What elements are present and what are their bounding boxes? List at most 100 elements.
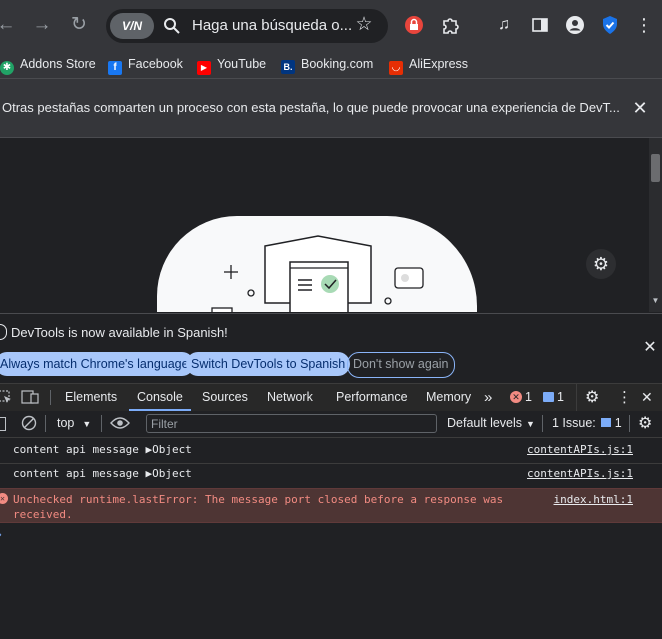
- browser-toolbar: ← → ↻ V/N Haga una búsqueda o... ☆ ♫ ⋮: [0, 0, 662, 50]
- console-row: content api message ▶Object contentAPIs.…: [0, 467, 662, 487]
- source-link[interactable]: index.html:1: [554, 493, 633, 506]
- omnibox-text[interactable]: Haga una búsqueda o...: [192, 9, 352, 43]
- toolbar-divider: [45, 415, 46, 432]
- devtools-banner-message: DevTools is now available in Spanish!: [0, 324, 228, 340]
- levels-label: Default levels: [447, 416, 523, 430]
- kebab-menu-icon[interactable]: ⋮: [617, 384, 632, 411]
- inspect-element-icon[interactable]: [0, 390, 12, 404]
- bookmark-youtube[interactable]: ▶ YouTube: [197, 54, 267, 75]
- back-icon[interactable]: ←: [0, 13, 18, 37]
- close-banner-icon[interactable]: ✕: [641, 339, 659, 357]
- log-levels-dropdown[interactable]: Default levels ▼: [447, 411, 535, 437]
- bookmark-label: AliExpress: [409, 57, 469, 71]
- issues-label: 1 Issue:: [552, 416, 596, 430]
- console-settings-icon[interactable]: ⚙: [638, 411, 652, 436]
- tab-divider: [50, 390, 51, 405]
- tab-network[interactable]: Network: [267, 384, 313, 411]
- console-message[interactable]: content api message ▶Object: [13, 467, 192, 480]
- puzzle-icon[interactable]: [438, 13, 462, 37]
- tab-divider: [576, 384, 577, 411]
- console-error-row: ✕ Unchecked runtime.lastError: The messa…: [0, 488, 662, 523]
- omnibox[interactable]: V/N Haga una búsqueda o...: [106, 9, 388, 43]
- error-message[interactable]: Unchecked runtime.lastError: The message…: [13, 493, 503, 506]
- console-prompt-icon[interactable]: ›: [0, 530, 6, 541]
- message-count-icon[interactable]: [543, 392, 554, 402]
- addons-store-icon: ✱: [0, 61, 14, 75]
- side-panel-icon[interactable]: [528, 13, 552, 37]
- bookmark-label: Facebook: [128, 57, 183, 71]
- scroll-down-icon[interactable]: ▼: [651, 296, 660, 306]
- bookmark-label: Addons Store: [20, 57, 96, 71]
- issue-icon: [600, 418, 611, 427]
- booking-icon: B.: [281, 60, 295, 74]
- source-link[interactable]: contentAPIs.js:1: [527, 467, 633, 480]
- source-link[interactable]: contentAPIs.js:1: [527, 443, 633, 456]
- bookmarks-bar: ✱ Addons Store f Facebook ▶ YouTube B. Booki…: [0, 50, 662, 79]
- settings-gear-button[interactable]: ⚙: [586, 249, 616, 279]
- page-scrollbar[interactable]: ▼: [649, 138, 662, 312]
- issues-count: 1: [614, 416, 622, 430]
- settings-gear-icon[interactable]: ⚙: [585, 384, 599, 411]
- web-page: ⚙ ▼: [0, 138, 662, 312]
- bookmark-facebook[interactable]: f Facebook: [108, 54, 183, 75]
- context-selector[interactable]: top ▼: [57, 411, 91, 437]
- gear-icon: ⚙: [592, 254, 610, 274]
- error-message-continued[interactable]: received.: [13, 508, 73, 521]
- close-icon[interactable]: ✕: [630, 98, 650, 118]
- context-label: top: [57, 416, 75, 430]
- bookmark-booking[interactable]: B. Booking.com: [281, 54, 373, 74]
- error-count-icon[interactable]: ✕: [510, 391, 522, 403]
- chevron-down-icon: ▼: [526, 419, 535, 429]
- devtools-language-banner: DevTools is now available in Spanish! Al…: [0, 313, 662, 384]
- tab-console[interactable]: Console: [129, 384, 191, 411]
- search-icon: [162, 16, 182, 36]
- toolbar-divider: [629, 415, 630, 432]
- tab-elements[interactable]: Elements: [65, 384, 117, 411]
- aliexpress-icon: ◡: [389, 61, 403, 75]
- bookmark-addons-store[interactable]: ✱ Addons Store: [0, 54, 96, 75]
- error-count[interactable]: 1: [525, 384, 532, 411]
- facebook-icon: f: [108, 61, 122, 75]
- process-infobar: Otras pestañas comparten un proceso con …: [0, 79, 662, 138]
- console-message[interactable]: content api message ▶Object: [13, 443, 192, 456]
- always-match-language-button[interactable]: Always match Chrome's language: [0, 352, 194, 376]
- filter-input[interactable]: Filter: [146, 414, 437, 433]
- switch-to-spanish-button[interactable]: Switch DevTools to Spanish: [186, 352, 351, 376]
- toolbar-divider: [542, 415, 543, 432]
- media-icon[interactable]: ♫: [492, 13, 516, 37]
- toolbar-divider: [101, 415, 102, 432]
- scrollbar-thumb[interactable]: [651, 154, 660, 182]
- more-tabs-icon[interactable]: »: [484, 384, 492, 411]
- devtools-tab-bar: Elements Console Sources Network Perform…: [0, 383, 662, 412]
- star-icon[interactable]: ☆: [352, 13, 376, 37]
- infobar-text: Otras pestañas comparten un proceso con …: [2, 100, 620, 115]
- sidebar-toggle-icon[interactable]: [0, 417, 6, 431]
- tab-performance[interactable]: Performance: [336, 384, 408, 411]
- close-devtools-icon[interactable]: ✕: [641, 384, 653, 411]
- filter-placeholder: Filter: [151, 417, 178, 431]
- bookmark-aliexpress[interactable]: ◡ AliExpress: [389, 54, 469, 75]
- lock-extension-icon[interactable]: [402, 13, 426, 37]
- dont-show-again-button[interactable]: Don't show again: [347, 352, 455, 378]
- message-count[interactable]: 1: [557, 384, 564, 411]
- vpn-chip[interactable]: V/N: [110, 13, 154, 39]
- eye-icon[interactable]: [110, 416, 130, 430]
- banner-text: DevTools is now available in Spanish!: [11, 325, 228, 340]
- device-toolbar-icon[interactable]: [21, 390, 39, 404]
- tab-memory[interactable]: Memory: [426, 384, 471, 411]
- info-icon: [0, 324, 7, 340]
- forward-icon[interactable]: →: [30, 13, 54, 37]
- shield-illustration: [211, 235, 424, 312]
- menu-icon[interactable]: ⋮: [632, 13, 656, 37]
- reload-icon[interactable]: ↻: [67, 13, 91, 37]
- console-toolbar: top ▼ Filter Default levels ▼ 1 Issue: 1 ⚙: [0, 411, 662, 438]
- profile-icon[interactable]: [563, 13, 587, 37]
- bookmark-label: Booking.com: [301, 57, 374, 71]
- console-row: content api message ▶Object contentAPIs.…: [0, 443, 662, 464]
- tab-sources[interactable]: Sources: [202, 384, 248, 411]
- youtube-icon: ▶: [197, 61, 211, 75]
- shield-check-icon[interactable]: [598, 13, 622, 37]
- clear-console-icon[interactable]: [21, 415, 37, 431]
- issues-button[interactable]: 1 Issue: 1: [552, 411, 622, 436]
- bookmark-label: YouTube: [217, 57, 267, 71]
